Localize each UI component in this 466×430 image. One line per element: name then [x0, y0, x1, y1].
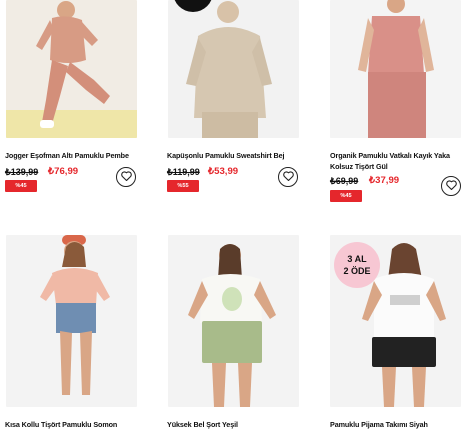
promo-line-2: 2 ÖDE	[343, 266, 371, 276]
heart-outline-icon	[120, 168, 132, 186]
product-image[interactable]	[168, 235, 299, 407]
heart-outline-icon	[445, 177, 457, 195]
discount-badge: %45	[330, 190, 362, 202]
product-image[interactable]	[6, 235, 137, 407]
product-image[interactable]	[168, 0, 299, 138]
product-title[interactable]: Pamuklu Pijama Takımı Siyah	[330, 419, 428, 430]
product-title[interactable]: Kapüşonlu Pamuklu Sweatshirt Bej	[167, 150, 285, 161]
favorite-button[interactable]	[278, 167, 298, 187]
discount-badge: %55	[167, 180, 199, 192]
promo-badge: 3 AL 2 ÖDE	[334, 242, 380, 288]
sale-price: ₺76,99	[48, 166, 79, 177]
product-image[interactable]	[6, 0, 137, 138]
product-title[interactable]: Kısa Kollu Tişört Pamuklu Somon	[5, 419, 117, 430]
old-price: ₺119,99	[167, 167, 200, 177]
sale-price: ₺37,99	[369, 175, 400, 186]
discount-badge: %45	[5, 180, 37, 192]
favorite-button[interactable]	[116, 167, 136, 187]
old-price: ₺139,99	[5, 167, 39, 177]
product-title[interactable]: Yüksek Bel Şort Yeşil	[167, 419, 238, 430]
product-title[interactable]: Jogger Eşofman Altı Pamuklu Pembe	[5, 150, 129, 161]
product-image[interactable]	[330, 0, 461, 138]
heart-outline-icon	[282, 168, 294, 186]
favorite-button[interactable]	[441, 176, 461, 196]
old-price: ₺69,99	[330, 176, 359, 186]
sale-price: ₺53,99	[208, 166, 239, 177]
product-title[interactable]: Organik Pamuklu Vatkalı Kayık Yaka Kolsu…	[330, 150, 462, 172]
promo-line-1: 3 AL	[347, 254, 367, 264]
